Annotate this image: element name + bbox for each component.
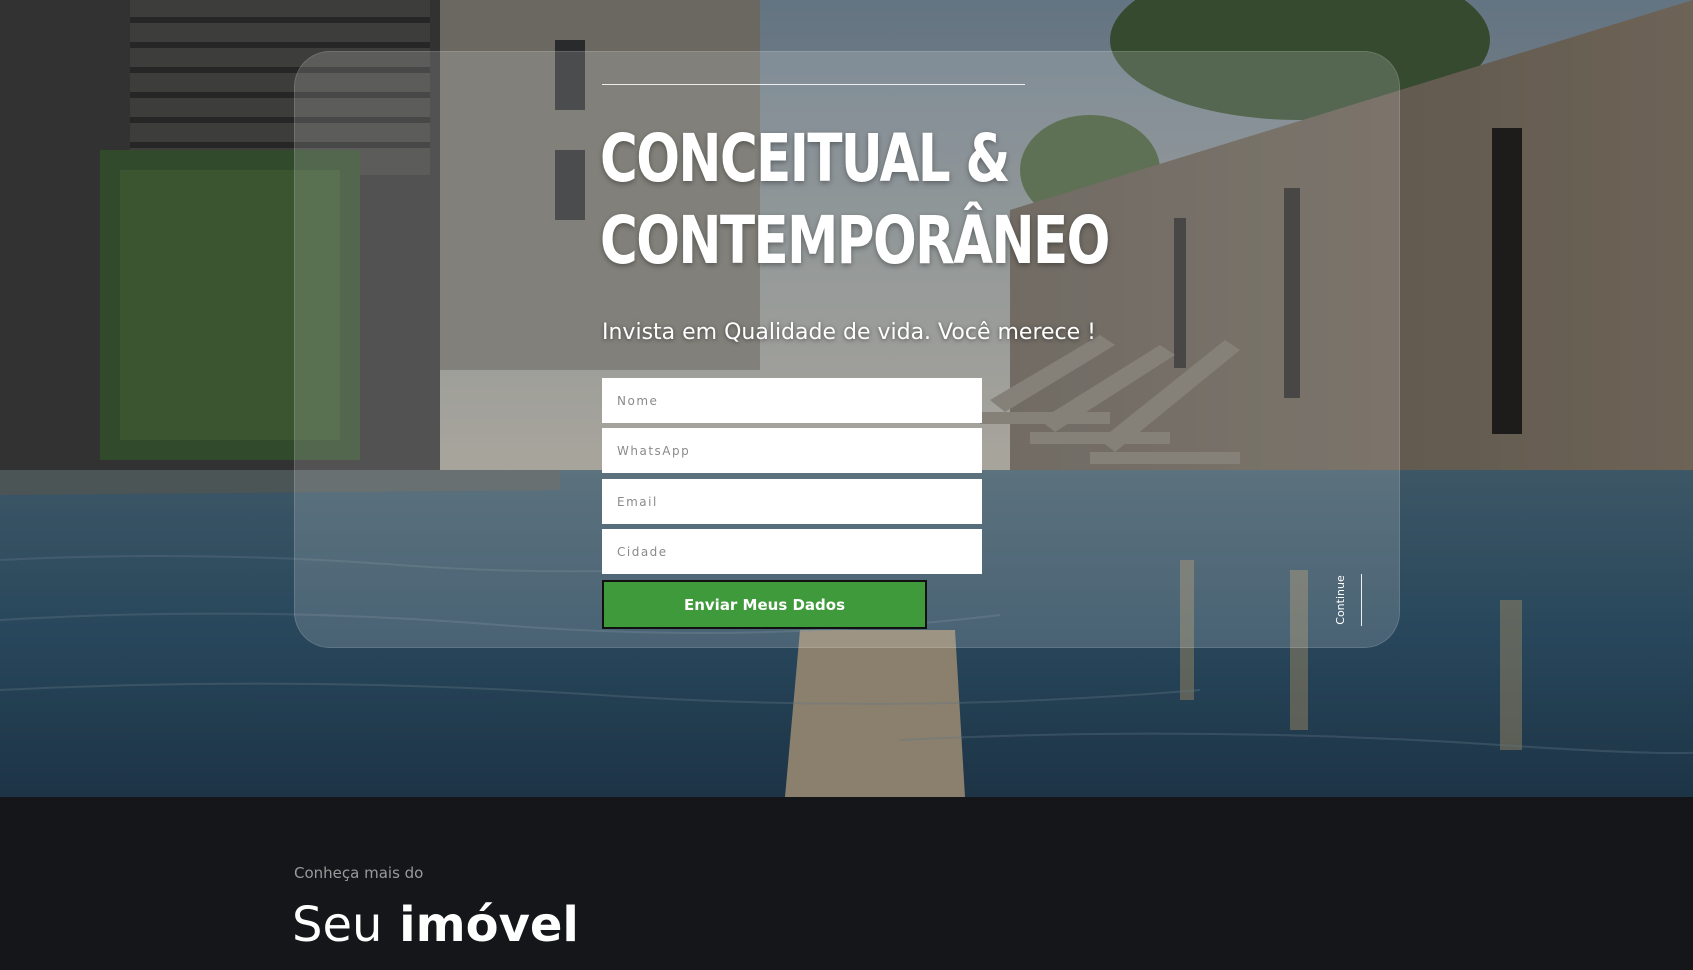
about-title-bold: imóvel (399, 897, 579, 953)
about-title: Seu imóvel (292, 897, 579, 953)
continue-line (1361, 574, 1362, 626)
submit-button[interactable]: Enviar Meus Dados (602, 580, 927, 629)
continue-label: Continue (1334, 575, 1347, 625)
whatsapp-field[interactable] (602, 428, 982, 473)
hero-section: CONCEITUAL & CONTEMPORÂNEO Invista em Qu… (0, 0, 1693, 797)
about-title-light: Seu (292, 897, 383, 953)
city-field[interactable] (602, 529, 982, 574)
continue-scroll-link[interactable]: Continue (1334, 572, 1364, 628)
hero-headline: CONCEITUAL & CONTEMPORÂNEO (600, 118, 1110, 282)
about-eyebrow: Conheça mais do (294, 864, 424, 882)
email-field[interactable] (602, 479, 982, 524)
name-field[interactable] (602, 378, 982, 423)
about-section: Conheça mais do Seu imóvel (0, 797, 1693, 970)
headline-line-2: CONTEMPORÂNEO (600, 202, 1110, 279)
headline-line-1: CONCEITUAL & (600, 120, 1010, 197)
hero-subheading: Invista em Qualidade de vida. Você merec… (602, 320, 1096, 345)
headline-divider (602, 84, 1025, 85)
